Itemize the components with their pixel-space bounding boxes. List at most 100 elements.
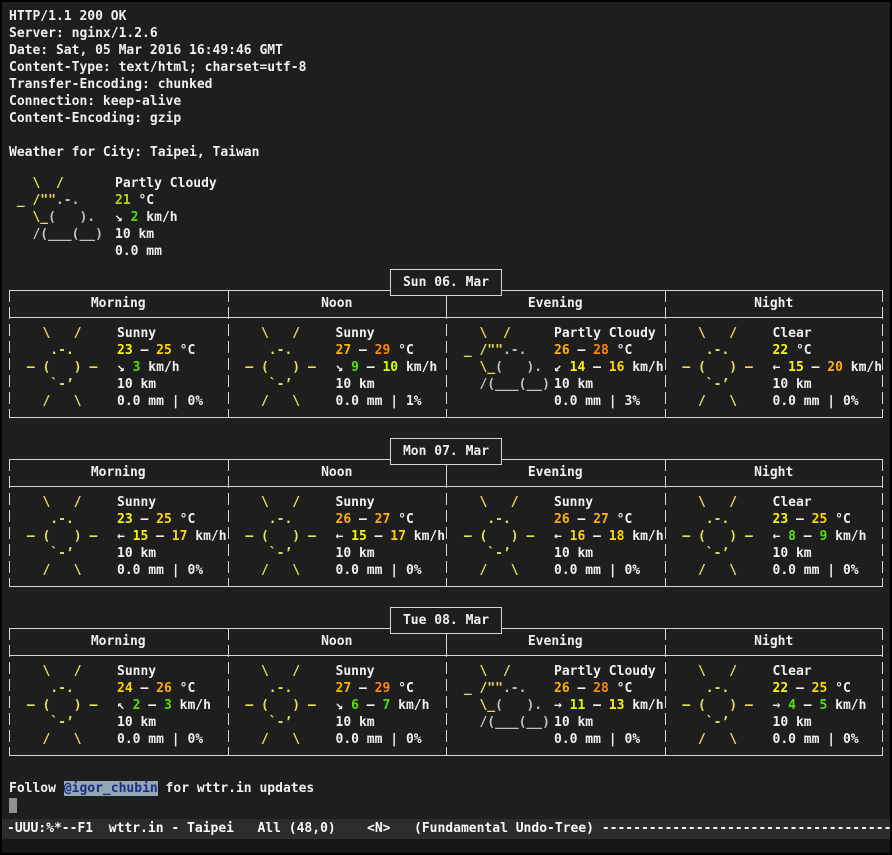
wind-info: ↖ 2 – 3 km/h [117, 697, 211, 714]
sun-icon: \ / .-. ‒ ( ) ‒ `-’ / \ [19, 663, 107, 748]
current-visibility: 10 km [115, 226, 217, 243]
forecast-cell-night: \ / .-. ‒ ( ) ‒ `-’ / \ Clear 22 °C ← 15… [665, 325, 884, 410]
temperature-range: 24 – 26 °C [117, 680, 211, 697]
date-box: Sun 06. Mar [390, 269, 502, 296]
current-condition-text: Partly Cloudy [115, 175, 217, 192]
visibility: 10 km [554, 545, 664, 562]
follow-suffix: for wttr.in updates [158, 781, 315, 796]
partly-cloudy-icon: \ / _ /"".-. \_( ). /(___(__) [9, 175, 105, 260]
temperature-range: 23 – 25 °C [773, 511, 867, 528]
table-column-divider [228, 459, 229, 587]
table-column-divider [665, 459, 666, 587]
buffer-content: HTTP/1.1 200 OK Server: nginx/1.2.6 Date… [2, 2, 890, 819]
forecast-cell-noon: \ / .-. ‒ ( ) ‒ `-’ / \ Sunny 26 – 27 °C… [228, 494, 447, 579]
forecast-cell-night: \ / .-. ‒ ( ) ‒ `-’ / \ Clear 22 – 25 °C… [665, 663, 884, 748]
forecast-cell-morning: \ / .-. ‒ ( ) ‒ `-’ / \ Sunny 24 – 26 °C… [9, 663, 228, 748]
terminal-window: HTTP/1.1 200 OK Server: nginx/1.2.6 Date… [0, 0, 892, 855]
visibility: 10 km [336, 714, 430, 731]
visibility: 10 km [117, 714, 211, 731]
http-header-connection: Connection: keep-alive [9, 93, 883, 110]
city-title: Weather for City: Taipei, Taiwan [9, 144, 883, 161]
temperature-range: 22 – 25 °C [773, 680, 867, 697]
emacs-modeline: -UUU:%*--F1 wttr.in - Taipei All (48,0) … [2, 819, 890, 839]
current-temperature: 21 °C [115, 192, 217, 209]
forecast-cell-noon: \ / .-. ‒ ( ) ‒ `-’ / \ Sunny 27 – 29 °C… [228, 325, 447, 410]
forecast-day-mon-07-mar: Morning Noon Evening Night \ / .-. ‒ ( )… [9, 438, 883, 587]
sun-icon: \ / .-. ‒ ( ) ‒ `-’ / \ [675, 325, 763, 410]
condition-text: Partly Cloudy [554, 325, 664, 342]
table-border-left [9, 459, 10, 587]
sun-icon: \ / .-. ‒ ( ) ‒ `-’ / \ [19, 494, 107, 579]
table-border-right [882, 290, 883, 418]
precipitation: 0.0 mm | 0% [773, 731, 867, 748]
column-header-noon: Noon [228, 295, 447, 312]
temperature-range: 26 – 27 °C [554, 511, 664, 528]
current-conditions: \ / _ /"".-. \_( ). /(___(__) Partly Clo… [9, 175, 883, 260]
blank-line [9, 127, 883, 144]
visibility: 10 km [117, 376, 203, 393]
visibility: 10 km [554, 376, 664, 393]
condition-text: Sunny [117, 663, 211, 680]
condition-text: Clear [773, 325, 883, 342]
column-header-noon: Noon [228, 633, 447, 650]
condition-text: Sunny [554, 494, 664, 511]
forecast-day-sun-06-mar: Morning Noon Evening Night \ / .-. ‒ ( )… [9, 269, 883, 418]
condition-text: Sunny [117, 325, 203, 342]
partly-cloudy-icon: \ / _ /"".-. \_( ). /(___(__) [456, 663, 544, 748]
table-column-divider [665, 290, 666, 418]
sun-icon: \ / .-. ‒ ( ) ‒ `-’ / \ [238, 663, 326, 748]
precipitation: 0.0 mm | 0% [773, 393, 883, 410]
condition-text: Sunny [117, 494, 227, 511]
follow-prefix: Follow [9, 781, 64, 796]
wind-info: ↙ 14 – 16 km/h [554, 359, 664, 376]
precipitation: 0.0 mm | 0% [117, 562, 227, 579]
precipitation: 0.0 mm | 0% [336, 562, 446, 579]
precipitation: 0.0 mm | 0% [554, 562, 664, 579]
column-header-morning: Morning [9, 633, 228, 650]
wind-info: ↘ 3 km/h [117, 359, 203, 376]
precipitation: 0.0 mm | 1% [336, 393, 438, 410]
precipitation: 0.0 mm | 0% [336, 731, 430, 748]
current-wind: ↘ 2 km/h [115, 209, 217, 226]
forecast-cell-morning: \ / .-. ‒ ( ) ‒ `-’ / \ Sunny 23 – 25 °C… [9, 494, 228, 579]
column-header-evening: Evening [446, 295, 665, 312]
wind-info: ↘ 9 – 10 km/h [336, 359, 438, 376]
follow-message: Follow @igor_chubin for wttr.in updates [9, 780, 883, 797]
wind-info: ← 15 – 17 km/h [336, 528, 446, 545]
condition-text: Sunny [336, 325, 438, 342]
temperature-range: 27 – 29 °C [336, 680, 430, 697]
column-header-night: Night [665, 295, 884, 312]
temperature-range: 23 – 25 °C [117, 511, 227, 528]
precipitation: 0.0 mm | 3% [554, 393, 664, 410]
column-header-evening: Evening [446, 464, 665, 481]
sun-icon: \ / .-. ‒ ( ) ‒ `-’ / \ [675, 663, 763, 748]
condition-text: Clear [773, 494, 867, 511]
column-header-morning: Morning [9, 295, 228, 312]
forecast-day-tue-08-mar: Morning Noon Evening Night \ / .-. ‒ ( )… [9, 607, 883, 756]
condition-text: Clear [773, 663, 867, 680]
http-header-content-encoding: Content-Encoding: gzip [9, 110, 883, 127]
visibility: 10 km [117, 545, 227, 562]
precipitation: 0.0 mm | 0% [554, 731, 664, 748]
forecast-cell-evening: \ / _ /"".-. \_( ). /(___(__) Partly Clo… [446, 325, 665, 410]
wind-info: ← 15 – 20 km/h [773, 359, 883, 376]
forecast-cell-evening: \ / _ /"".-. \_( ). /(___(__) Partly Clo… [446, 663, 665, 748]
table-column-divider [665, 628, 666, 756]
wind-info: ← 15 – 17 km/h [117, 528, 227, 545]
forecast-cell-night: \ / .-. ‒ ( ) ‒ `-’ / \ Clear 23 – 25 °C… [665, 494, 884, 579]
wind-info: ← 16 – 18 km/h [554, 528, 664, 545]
cursor-line [9, 797, 883, 814]
wind-info: ← 8 – 9 km/h [773, 528, 867, 545]
wind-info: → 11 – 13 km/h [554, 697, 664, 714]
date-box: Tue 08. Mar [390, 607, 502, 634]
forecast-cell-evening: \ / .-. ‒ ( ) ‒ `-’ / \ Sunny 26 – 27 °C… [446, 494, 665, 579]
column-header-evening: Evening [446, 633, 665, 650]
visibility: 10 km [336, 376, 438, 393]
forecast-cell-morning: \ / .-. ‒ ( ) ‒ `-’ / \ Sunny 23 – 25 °C… [9, 325, 228, 410]
twitter-handle-link[interactable]: @igor_chubin [64, 781, 158, 796]
sun-icon: \ / .-. ‒ ( ) ‒ `-’ / \ [238, 494, 326, 579]
temperature-range: 22 °C [773, 342, 883, 359]
temperature-range: 27 – 29 °C [336, 342, 438, 359]
condition-text: Sunny [336, 494, 446, 511]
echo-area [2, 839, 890, 853]
